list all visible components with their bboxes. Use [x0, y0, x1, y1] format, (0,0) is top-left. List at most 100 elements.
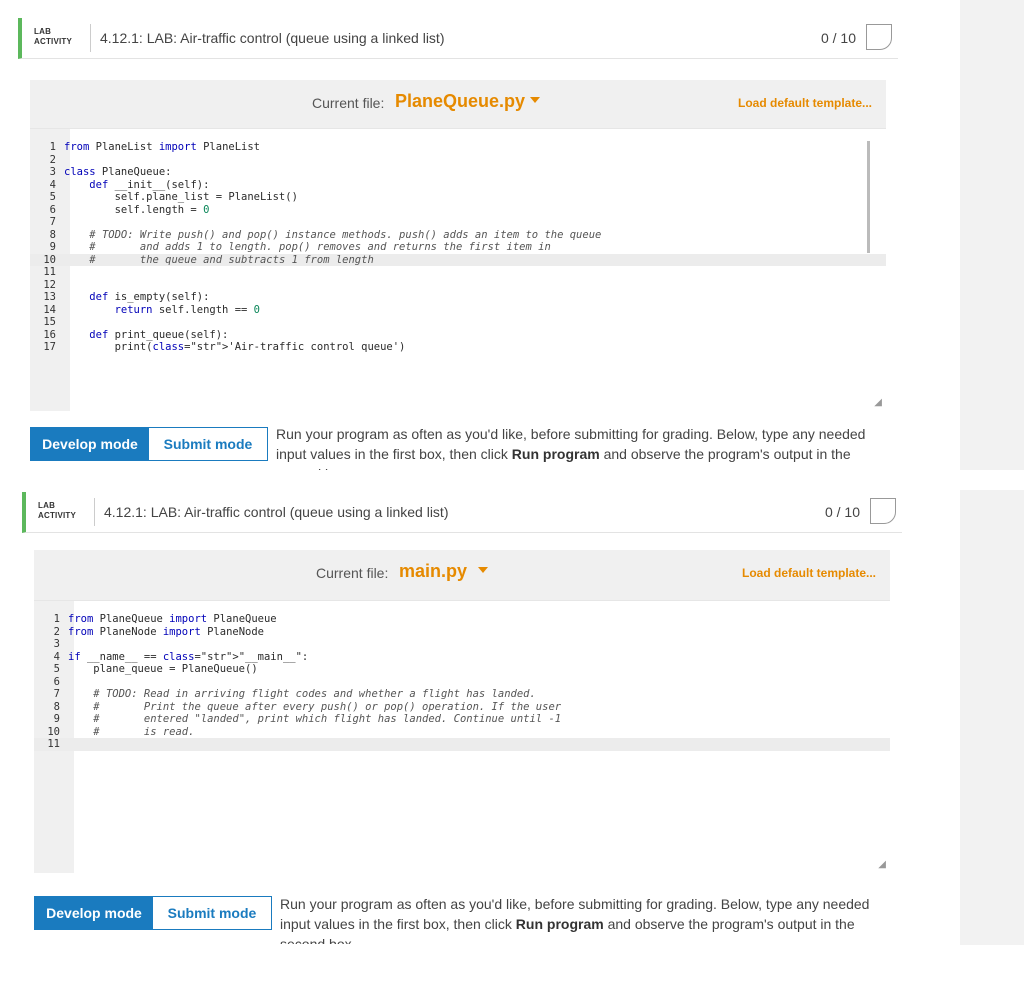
resize-grip-icon[interactable]: ◢ — [874, 397, 882, 408]
line-number: 11 — [47, 738, 60, 750]
line-number: 5 — [49, 191, 56, 203]
mode-toggle: Develop mode Submit mode — [34, 896, 272, 930]
lab-tag-text: LAB ACTIVITY — [34, 27, 73, 46]
file-bar: Current file: PlaneQueue.py Load default… — [30, 80, 886, 128]
submit-mode-button[interactable]: Submit mode — [153, 897, 271, 929]
code-line: 8 # TODO: Write push() and pop() instanc… — [30, 229, 886, 242]
line-number: 2 — [53, 625, 60, 638]
code-line: 9 # and adds 1 to length. pop() removes … — [30, 241, 886, 254]
instructions-text: Run your program as often as you'd like,… — [280, 894, 900, 944]
line-number: 16 — [43, 328, 56, 341]
lab-header: LAB ACTIVITY 4.12.1: LAB: Air-traffic co… — [22, 492, 902, 533]
code-line: 7 # TODO: Read in arriving flight codes … — [34, 688, 890, 701]
line-number: 11 — [43, 266, 56, 278]
code-line: 10 # the queue and subtracts 1 from leng… — [30, 253, 886, 266]
load-default-template-link[interactable]: Load default template... — [742, 566, 876, 580]
code-lines: 1 from PlaneList import PlaneList 2 3 class … — [30, 141, 886, 354]
line-number: 3 — [49, 166, 56, 178]
code-text: from PlaneList import PlaneList — [64, 141, 260, 153]
line-number: 1 — [49, 141, 56, 153]
code-line: 13 def is_empty(self): — [30, 291, 886, 304]
code-textarea[interactable]: 1 from PlaneList import PlaneList 2 3 class … — [30, 128, 886, 411]
editor-scrollbar[interactable] — [867, 141, 870, 253]
code-line: 1 from PlaneQueue import PlaneQueue — [34, 613, 890, 626]
chevron-down-icon[interactable] — [478, 567, 488, 573]
score-text: 0 / 10 — [820, 30, 856, 46]
code-text: # the queue and subtracts 1 from length — [89, 253, 374, 266]
lab-tag-text: LAB ACTIVITY — [38, 501, 77, 520]
line-number: 17 — [43, 341, 56, 353]
line-number: 7 — [49, 216, 56, 228]
code-line: 5 self.plane_list = PlaneList() — [30, 191, 886, 204]
code-text: print(class="str">'Air-traffic control q… — [64, 341, 406, 353]
divider — [90, 24, 91, 52]
line-number: 6 — [53, 675, 60, 688]
code-text: # and adds 1 to length. pop() removes an… — [89, 241, 551, 253]
code-line: 11 — [30, 266, 886, 279]
lab-activity-1: LAB ACTIVITY 4.12.1: LAB: Air-traffic co… — [18, 18, 898, 470]
line-number: 10 — [43, 253, 56, 266]
lab-activity-2: LAB ACTIVITY 4.12.1: LAB: Air-traffic co… — [22, 492, 902, 944]
code-text: self.length = 0 — [64, 203, 210, 216]
line-number: 1 — [53, 613, 60, 625]
code-line: 4 if __name__ == class="str">"__main__": — [34, 651, 890, 664]
code-line: 2 from PlaneNode import PlaneNode — [34, 626, 890, 639]
lab-title: 4.12.1: LAB: Air-traffic control (queue … — [100, 30, 445, 46]
code-line: 17 print(class="str">'Air-traffic contro… — [30, 341, 886, 354]
line-number: 15 — [43, 316, 56, 328]
develop-mode-button[interactable]: Develop mode — [35, 897, 153, 929]
chevron-down-icon[interactable] — [530, 97, 540, 103]
code-line: 11 — [34, 738, 890, 751]
code-line: 6 self.length = 0 — [30, 204, 886, 217]
side-panel-bottom — [960, 490, 1024, 945]
code-text: plane_queue = PlaneQueue() — [68, 663, 258, 675]
code-line: 14 return self.length == 0 — [30, 304, 886, 317]
code-line: 1 from PlaneList import PlaneList — [30, 141, 886, 154]
code-text: def is_empty(self): — [89, 291, 210, 303]
code-line: 15 — [30, 316, 886, 329]
line-number: 6 — [49, 203, 56, 216]
lab-title: 4.12.1: LAB: Air-traffic control (queue … — [104, 504, 449, 520]
code-text: if __name__ == class="str">"__main__": — [68, 650, 309, 663]
lab-tag: LAB ACTIVITY — [34, 27, 80, 47]
run-program-emphasis: Run program — [511, 446, 600, 462]
line-number: 2 — [49, 153, 56, 166]
line-number: 14 — [43, 303, 56, 316]
code-editor: Current file: main.py Load default templ… — [34, 550, 890, 873]
file-selector[interactable]: main.py — [399, 561, 467, 582]
line-number: 9 — [49, 241, 56, 253]
lab-tag: LAB ACTIVITY — [38, 501, 84, 521]
file-selector[interactable]: PlaneQueue.py — [395, 91, 525, 112]
resize-grip-icon[interactable]: ◢ — [878, 859, 886, 870]
code-line: 8 # Print the queue after every push() o… — [34, 701, 890, 714]
code-line: 4 def __init__(self): — [30, 179, 886, 192]
code-line: 5 plane_queue = PlaneQueue() — [34, 663, 890, 676]
line-number: 9 — [53, 713, 60, 725]
code-text: from PlaneQueue import PlaneQueue — [68, 613, 277, 625]
completion-badge-icon — [870, 498, 896, 524]
line-number: 12 — [43, 278, 56, 291]
load-default-template-link[interactable]: Load default template... — [738, 96, 872, 110]
code-line: 2 — [30, 154, 886, 167]
code-text: # entered "landed", print which flight h… — [93, 713, 562, 725]
code-text: # TODO: Write push() and pop() instance … — [89, 228, 602, 241]
side-panel-top — [960, 0, 1024, 470]
code-lines: 1 from PlaneQueue import PlaneQueue 2 from … — [34, 613, 890, 751]
develop-mode-button[interactable]: Develop mode — [31, 428, 149, 460]
line-number: 8 — [53, 700, 60, 713]
current-file-label: Current file: — [316, 565, 389, 581]
line-number: 10 — [47, 725, 60, 738]
lab-header: LAB ACTIVITY 4.12.1: LAB: Air-traffic co… — [18, 18, 898, 59]
current-file-label: Current file: — [312, 95, 385, 111]
code-text: class PlaneQueue: — [64, 166, 172, 178]
code-text: from PlaneNode import PlaneNode — [68, 625, 264, 638]
code-text: # is read. — [93, 725, 195, 738]
line-number: 4 — [53, 650, 60, 663]
file-bar: Current file: main.py Load default templ… — [34, 550, 890, 598]
mode-toggle: Develop mode Submit mode — [30, 427, 268, 461]
code-textarea[interactable]: 1 from PlaneQueue import PlaneQueue 2 from … — [34, 600, 890, 873]
submit-mode-button[interactable]: Submit mode — [149, 428, 267, 460]
code-line: 3 — [34, 638, 890, 651]
score-text: 0 / 10 — [824, 504, 860, 520]
code-text: def __init__(self): — [89, 178, 210, 191]
